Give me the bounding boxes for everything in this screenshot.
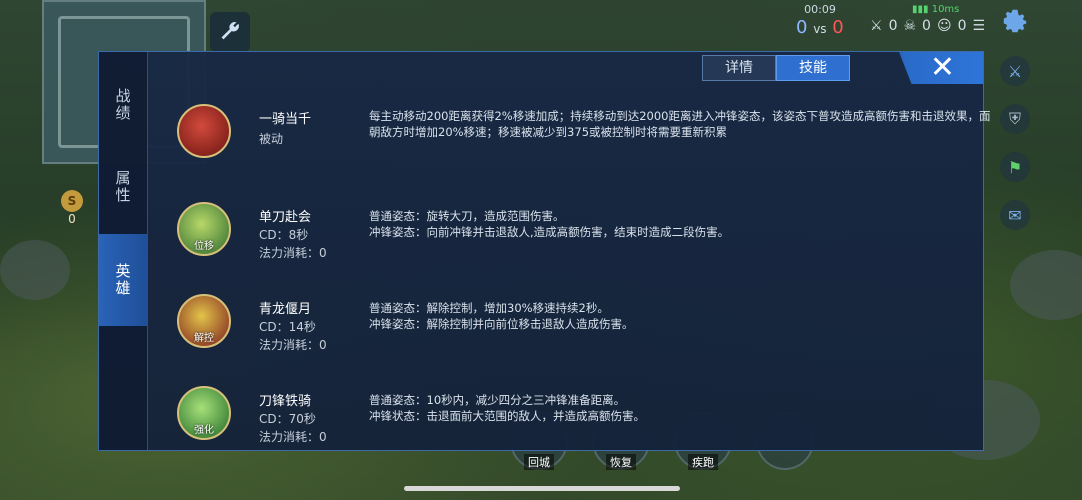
score-blue: 0 — [796, 17, 808, 38]
sword-icon: ⚔ — [870, 18, 883, 34]
skill-row: 一骑当千 被动 每主动移动200距离获得2%移速加成；持续移动到达2000距离进… — [147, 88, 990, 180]
gear-icon — [1003, 9, 1027, 33]
network-status: ▮▮▮ 10ms — [912, 4, 959, 15]
shield-icon: ⛨ — [1008, 109, 1021, 128]
side-tab-record[interactable]: 战绩 — [99, 70, 147, 140]
skill-name: 一骑当千 — [259, 112, 312, 127]
list-icon: ☰ — [972, 18, 986, 34]
home-indicator[interactable] — [404, 486, 680, 491]
skill-3-icon[interactable]: 强化 — [177, 386, 231, 440]
helper-icon: ☺ — [936, 18, 952, 34]
kda-display[interactable]: ⚔ 0 ☠ 0 ☺ 0 ☰ — [870, 18, 985, 34]
flag-icon: ⚑ — [1007, 157, 1023, 177]
skill-mana-cost: 法力消耗：0 — [259, 430, 327, 444]
gold-value: 0 — [68, 212, 76, 226]
skill-cooldown: CD：70秒 — [259, 412, 316, 426]
skill-2-icon[interactable]: 解控 — [177, 294, 231, 348]
wrench-icon — [221, 21, 239, 40]
gather-signal-button[interactable]: ⚑ — [1000, 152, 1030, 182]
skill-description-normal: 普通姿态：10秒内，减少四分之三冲锋准备距离。 — [369, 393, 626, 407]
skill-type: 被动 — [259, 132, 284, 146]
chat-icon: ✉ — [1008, 205, 1022, 225]
skill-name: 单刀赴会 — [259, 210, 312, 225]
skill-icon-label: 解控 — [194, 333, 214, 344]
side-tab-hero[interactable]: 英雄 — [99, 234, 147, 326]
gold-counter: S 0 — [58, 190, 86, 234]
skill-description-normal: 普通姿态：旋转大刀，造成范围伤害。 — [369, 209, 565, 223]
close-icon: ✕ — [929, 50, 955, 85]
signal-icon: ▮▮▮ — [912, 4, 929, 15]
ping-value: 10ms — [931, 4, 960, 15]
defend-signal-button[interactable]: ⛨ — [1000, 104, 1030, 134]
skill-row: 位移 单刀赴会 CD：8秒 法力消耗：0 普通姿态：旋转大刀，造成范围伤害。 冲… — [147, 186, 983, 278]
right-action-icons: ⚔ ⛨ ⚑ ✉ — [1000, 56, 1030, 230]
close-button[interactable]: ✕ — [899, 50, 983, 85]
money-bag-icon: S — [61, 190, 83, 212]
panel-tabs: 详情 技能 — [702, 55, 850, 81]
skill-mana-cost: 法力消耗：0 — [259, 338, 327, 352]
tab-details[interactable]: 详情 — [702, 55, 776, 81]
skill-description-charge: 冲锋姿态：解除控制并向前位移击退敌人造成伤害。 — [369, 317, 634, 331]
skill-name: 青龙偃月 — [259, 302, 312, 317]
skill-description-normal: 普通姿态：解除控制，增加30%移速持续2秒。 — [369, 301, 609, 315]
chat-button[interactable]: ✉ — [1000, 200, 1030, 230]
skill-cooldown: CD：14秒 — [259, 320, 316, 334]
skill-icon-label: 强化 — [194, 425, 214, 436]
skill-description-charge: 冲锋状态：击退面前大范围的敌人，并造成高额伤害。 — [369, 409, 645, 423]
deaths-count: 0 — [922, 18, 931, 34]
hero-info-panel: 战绩 属性 英雄 详情 技能 ✕ 一骑当千 被动 每主动移动200距离获得2%移… — [98, 50, 990, 451]
skill-icon-label: 位移 — [194, 241, 214, 252]
kills-count: 0 — [888, 18, 898, 34]
side-tab-bar: 战绩 属性 英雄 — [99, 52, 148, 450]
skill-cooldown: CD：8秒 — [259, 228, 309, 242]
skill-name: 刀锋铁骑 — [259, 394, 312, 409]
skill-row: 解控 青龙偃月 CD：14秒 法力消耗：0 普通姿态：解除控制，增加30%移速持… — [147, 278, 983, 370]
settings-wrench-button[interactable] — [210, 12, 250, 52]
skull-icon: ☠ — [903, 18, 917, 34]
side-tab-attributes[interactable]: 属性 — [99, 152, 147, 222]
skill-description-charge: 冲锋姿态：向前冲锋并击退敌人,造成高额伤害，结束时造成二段伤害。 — [369, 225, 730, 239]
attack-signal-button[interactable]: ⚔ — [1000, 56, 1030, 86]
skill-passive-icon[interactable] — [177, 104, 231, 158]
team-score: 0 vs 0 — [796, 17, 844, 38]
tab-skills[interactable]: 技能 — [776, 55, 850, 81]
skill-mana-cost: 法力消耗：0 — [259, 246, 327, 260]
settings-button[interactable] — [1000, 6, 1030, 36]
score-vs: vs — [813, 22, 827, 36]
skill-description: 每主动移动200距离获得2%移速加成；持续移动到达2000距离进入冲锋姿态，该姿… — [369, 109, 991, 139]
skill-row: 强化 刀锋铁骑 CD：70秒 法力消耗：0 普通姿态：10秒内，减少四分之三冲锋… — [147, 370, 983, 462]
score-red: 0 — [832, 17, 844, 38]
assists-count: 0 — [957, 18, 967, 34]
match-timer: 00:09 — [804, 3, 836, 16]
skill-1-icon[interactable]: 位移 — [177, 202, 231, 256]
sword-signal-icon: ⚔ — [1007, 61, 1023, 81]
